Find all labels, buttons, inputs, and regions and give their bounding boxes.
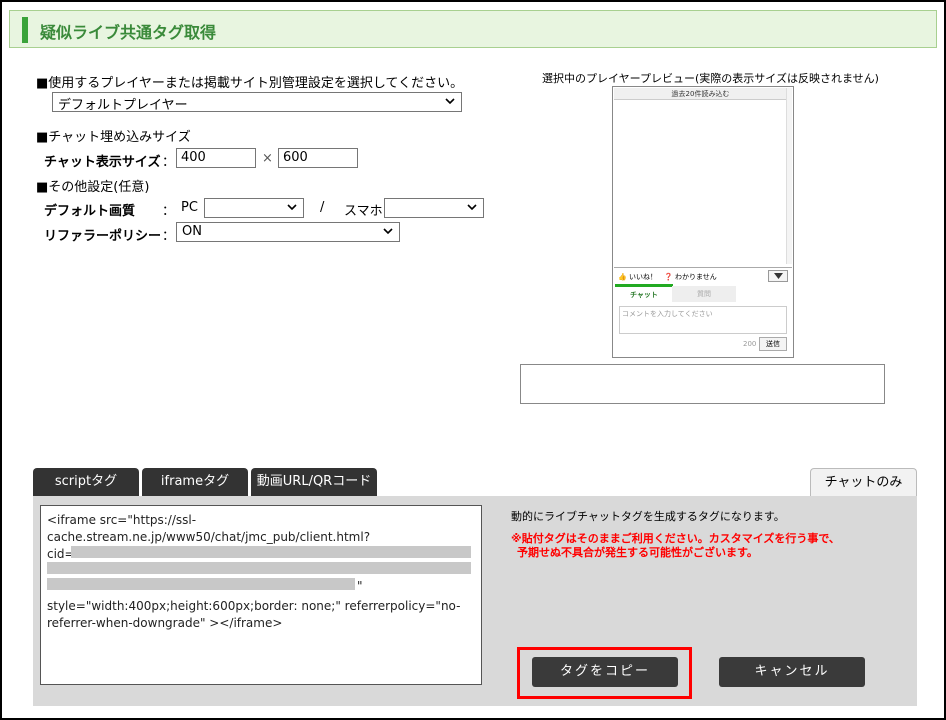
player-section-label: ■使用するプレイヤーまたは掲載サイト別管理設定を選択してください。 <box>36 76 464 91</box>
tag-code-textarea[interactable]: <iframe src="https://ssl- cache.stream.n… <box>40 505 482 685</box>
player-select[interactable]: デフォルトプレイヤー <box>52 92 462 113</box>
chevron-down-icon <box>445 95 455 105</box>
default-quality-label: デフォルト画質 <box>44 204 136 219</box>
preview-title: 選択中のプレイヤープレビュー(実際の表示サイズは反映されません) <box>542 72 879 85</box>
chat-size-label: チャット表示サイズ <box>44 155 161 170</box>
chat-height-input[interactable]: 600 <box>278 148 358 168</box>
preview-scrollbar[interactable] <box>786 88 792 264</box>
code-line: referrer-when-downgrade" ></iframe> <box>47 616 283 630</box>
code-line: style="width:400px;height:600px;border: … <box>47 599 461 613</box>
times-sign: × <box>262 151 273 166</box>
redacted-block <box>71 546 471 558</box>
colon: ： <box>162 155 176 170</box>
warning-text: 予期せぬ不具合が発生する可能性がございます。 <box>517 546 758 559</box>
other-section-label: ■その他設定(任意) <box>36 180 150 195</box>
sp-label: スマホ <box>344 204 383 219</box>
player-select-value: デフォルトプレイヤー <box>58 98 188 113</box>
copy-tag-button[interactable]: タグをコピー <box>532 657 678 687</box>
cancel-button[interactable]: キャンセル <box>719 657 865 687</box>
code-line: cache.stream.ne.jp/www50/chat/jmc_pub/cl… <box>47 530 371 544</box>
chevron-down-icon <box>383 225 393 235</box>
dunno-button[interactable]: ❓ わかりません <box>664 272 717 282</box>
preview-tabs: チャット 質問 <box>618 286 736 302</box>
dunno-label: わかりません <box>674 273 717 281</box>
preview-tab-question[interactable]: 質問 <box>672 286 736 302</box>
load-more-button[interactable]: 過去20件読み込む <box>614 88 787 100</box>
preview-reaction-bar: 👍 いいね！ ❓ わかりません <box>614 267 792 285</box>
tab-video-url-qr[interactable]: 動画URL/QRコード <box>251 468 377 496</box>
redacted-block <box>47 578 355 590</box>
pc-label: PC <box>181 200 198 215</box>
chat-width-input[interactable]: 400 <box>176 148 256 168</box>
preview-send-button[interactable]: 送信 <box>759 337 787 351</box>
page-title: 疑似ライブ共通タグ取得 <box>40 23 217 42</box>
like-label: いいね！ <box>628 273 657 281</box>
preview-comment-input[interactable]: コメントを入力してください <box>619 306 787 334</box>
colon: ： <box>162 229 176 244</box>
redacted-block <box>47 562 471 574</box>
tab-iframe[interactable]: iframeタグ <box>142 468 248 496</box>
pc-quality-select[interactable] <box>204 198 304 218</box>
tag-description: 動的にライブチャットタグを生成するタグになります。 <box>511 510 785 523</box>
page-header: 疑似ライブ共通タグ取得 <box>9 10 937 48</box>
preview-dropdown[interactable] <box>768 270 788 282</box>
chevron-down-icon <box>467 201 477 211</box>
tab-script[interactable]: scriptタグ <box>33 468 139 496</box>
code-line: <iframe src="https://ssl- <box>47 513 197 527</box>
preview-tab-chat[interactable]: チャット <box>630 290 658 300</box>
chevron-down-icon <box>287 201 297 211</box>
tab-chat-only[interactable]: チャットのみ <box>810 468 917 496</box>
code-quote: " <box>357 579 363 593</box>
referrer-policy-value: ON <box>182 224 202 239</box>
slash-separator: / <box>320 200 325 215</box>
player-preview: 過去20件読み込む 👍 いいね！ ❓ わかりません チャット 質問 コメントを入… <box>612 86 794 358</box>
header-accent-bar <box>22 17 28 43</box>
like-button[interactable]: 👍 いいね！ <box>618 272 657 282</box>
sp-quality-select[interactable] <box>384 198 484 218</box>
referrer-policy-label: リファラーポリシー <box>44 229 162 244</box>
triangle-down-icon <box>774 273 783 282</box>
preview-char-count: 200 <box>743 340 757 348</box>
referrer-policy-select[interactable]: ON <box>176 222 400 242</box>
size-section-label: ■チャット埋め込みサイズ <box>36 130 191 145</box>
colon: ： <box>162 204 176 219</box>
url-display-box <box>520 364 885 404</box>
